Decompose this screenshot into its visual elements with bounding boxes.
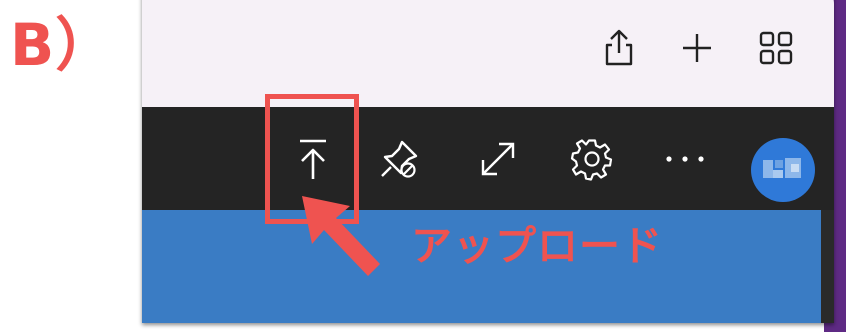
gear-icon[interactable]	[562, 129, 622, 189]
scrollbar[interactable]	[821, 210, 834, 323]
step-label: B）	[10, 11, 115, 79]
share-icon[interactable]	[599, 28, 639, 68]
unpin-icon[interactable]	[369, 129, 429, 189]
expand-icon[interactable]	[468, 129, 528, 189]
app-toolbar	[142, 107, 834, 210]
tab-grid-icon[interactable]	[756, 28, 796, 68]
browser-toolbar	[142, 0, 834, 107]
avatar[interactable]	[751, 138, 815, 202]
screenshot-stage: B） アップロード	[0, 0, 846, 332]
new-tab-plus-icon[interactable]	[677, 28, 717, 68]
more-icon[interactable]	[655, 129, 715, 189]
pointer-arrow-icon	[302, 196, 380, 276]
app-window	[142, 0, 834, 323]
upload-callout-label: アップロード	[411, 222, 663, 270]
